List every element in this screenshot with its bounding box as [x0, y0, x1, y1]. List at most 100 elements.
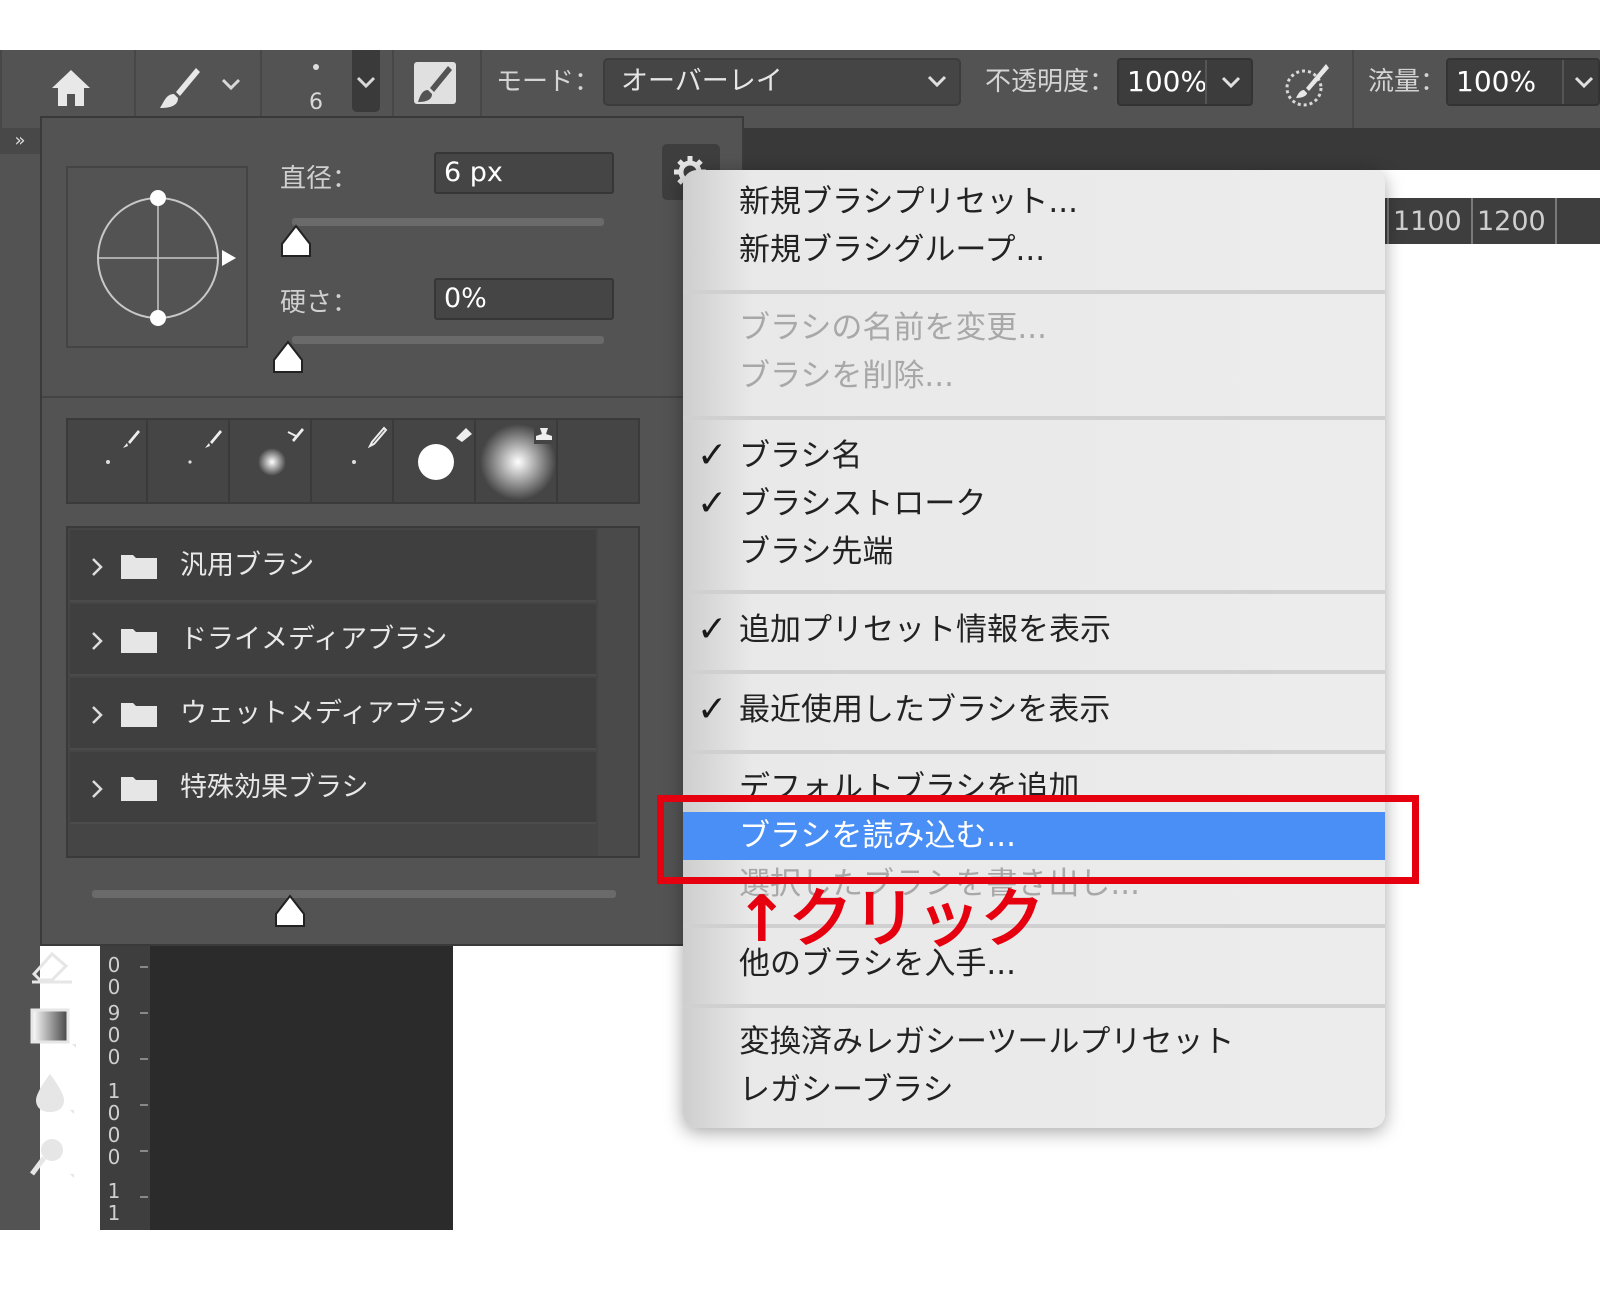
- ruler-tick: [140, 1104, 148, 1106]
- menu-separator: [683, 416, 1385, 420]
- ruler-tick: [140, 966, 148, 968]
- ruler-label: 1100: [1393, 206, 1462, 237]
- eraser-tool-icon[interactable]: [26, 946, 78, 986]
- ruler-label: 1200: [1477, 206, 1546, 237]
- hardness-slider-thumb[interactable]: [272, 340, 304, 374]
- ruler-tick: [1555, 198, 1557, 244]
- ruler-label: 1: [107, 1079, 121, 1103]
- checkmark-icon: ✓: [697, 689, 728, 730]
- chevron-down-icon[interactable]: [1572, 72, 1596, 92]
- hardness-slider[interactable]: [292, 336, 604, 344]
- panel-collapse-button[interactable]: »: [0, 128, 40, 154]
- brush-dot-icon: [313, 64, 319, 70]
- menu-item-label: ブラシの名前を変更...: [739, 310, 1047, 346]
- soft-brush-tip-icon: [258, 428, 304, 476]
- mode-label: モード：: [496, 67, 601, 97]
- mode-value: オーバーレイ: [621, 66, 783, 97]
- ruler-label: 9: [107, 1001, 121, 1025]
- opacity-value: 100%: [1127, 65, 1208, 98]
- ruler-tick: [1471, 198, 1473, 244]
- menu-item-label: 最近使用したブラシを表示: [739, 692, 1111, 728]
- divider: [1562, 60, 1564, 104]
- pencil-tip-icon: [352, 426, 388, 464]
- checkmark-icon: ✓: [697, 483, 728, 524]
- folder-icon: [121, 777, 157, 801]
- opacity-field[interactable]: 100%: [1117, 58, 1253, 106]
- preview-size-slider[interactable]: [92, 890, 616, 898]
- preset-group-label: ドライメディアブラシ: [180, 624, 448, 655]
- diameter-field[interactable]: 6 px: [434, 152, 614, 194]
- menu-item-label: ブラシを削除...: [739, 358, 954, 394]
- recent-brush-3[interactable]: [232, 420, 312, 502]
- preset-list-scrollbar[interactable]: [598, 528, 638, 856]
- recent-brush-2[interactable]: [150, 420, 230, 502]
- ruler-label: 0: [107, 1023, 121, 1047]
- diameter-slider[interactable]: [292, 218, 604, 226]
- menu-item-label: ブラシストローク: [739, 486, 987, 522]
- menu-item-label: 変換済みレガシーツールプリセット: [739, 1024, 1235, 1060]
- brush-settings-panel-icon[interactable]: [412, 60, 458, 106]
- pressure-opacity-icon[interactable]: [1282, 60, 1332, 110]
- menu-item-show-additional-preset-info[interactable]: ✓ 追加プリセット情報を表示: [683, 606, 1385, 654]
- menu-item-brush-tip[interactable]: ブラシ先端: [683, 528, 1385, 576]
- flow-field[interactable]: 100%: [1446, 58, 1600, 106]
- gradient-tool-icon[interactable]: [26, 1006, 78, 1050]
- vertical-ruler: 0 0 9 0 0 1 0 0 0 1 1: [100, 946, 150, 1230]
- hardness-field[interactable]: 0%: [434, 278, 614, 320]
- brush-preset-picker-panel: 直径： 6 px 硬さ： 0% 汎用ブラシ ドライメディアブラシ ウェットメディ…: [40, 116, 744, 946]
- menu-item-new-brush-group[interactable]: 新規ブラシグループ...: [683, 226, 1385, 274]
- home-icon[interactable]: [48, 66, 94, 110]
- chevron-right-icon: [92, 558, 103, 576]
- menu-separator: [683, 670, 1385, 674]
- hardness-label: 硬さ：: [280, 288, 359, 318]
- brush-panel-options-menu: 新規ブラシプリセット... 新規ブラシグループ... ブラシの名前を変更... …: [683, 170, 1385, 1128]
- recent-brush-4[interactable]: [314, 420, 394, 502]
- recent-brush-1[interactable]: [68, 420, 148, 502]
- brush-tool-icon[interactable]: [156, 64, 202, 112]
- chevron-right-icon: [92, 632, 103, 650]
- preset-group-dry-media[interactable]: ドライメディアブラシ: [70, 604, 596, 676]
- recent-brush-6[interactable]: [478, 420, 558, 502]
- menu-item-brush-stroke[interactable]: ✓ ブラシストローク: [683, 480, 1385, 528]
- ruler-label: 1: [107, 1201, 121, 1225]
- brush-picker-button[interactable]: [352, 50, 380, 112]
- preset-group-general[interactable]: 汎用ブラシ: [70, 530, 596, 602]
- menu-item-new-brush-preset[interactable]: 新規ブラシプリセット...: [683, 178, 1385, 226]
- dodge-tool-icon[interactable]: [26, 1134, 78, 1180]
- divider: [0, 50, 2, 128]
- menu-item-show-recent-brushes[interactable]: ✓ 最近使用したブラシを表示: [683, 686, 1385, 734]
- soft-round-stamp-tip-icon: [480, 424, 556, 500]
- tools-panel: [0, 128, 40, 1230]
- ruler-label: 0: [107, 1045, 121, 1069]
- preset-group-wet-media[interactable]: ウェットメディアブラシ: [70, 678, 596, 750]
- recent-brush-5[interactable]: [396, 420, 476, 502]
- chevron-down-icon[interactable]: [1219, 72, 1243, 92]
- ruler-label: 1: [107, 1179, 121, 1203]
- menu-item-brush-name[interactable]: ✓ ブラシ名: [683, 432, 1385, 480]
- checkmark-icon: ✓: [697, 609, 728, 650]
- document-canvas-area: [150, 946, 453, 1230]
- flow-label: 流量：: [1368, 67, 1447, 97]
- preset-group-special-effects[interactable]: 特殊効果ブラシ: [70, 752, 596, 824]
- menu-item-legacy-brushes[interactable]: レガシーブラシ: [683, 1066, 1385, 1114]
- menu-item-label: 追加プリセット情報を表示: [739, 612, 1111, 648]
- checkmark-icon: ✓: [697, 435, 728, 476]
- ruler-tick: [140, 1196, 148, 1198]
- menu-item-converted-legacy-tool-presets[interactable]: 変換済みレガシーツールプリセット: [683, 1018, 1385, 1066]
- preview-size-slider-thumb[interactable]: [274, 894, 306, 928]
- mode-dropdown[interactable]: オーバーレイ: [603, 58, 961, 106]
- ruler-tick: [140, 1058, 148, 1060]
- diameter-slider-thumb[interactable]: [280, 224, 312, 258]
- blur-tool-icon[interactable]: [26, 1070, 78, 1116]
- preset-group-label: ウェットメディアブラシ: [180, 698, 475, 729]
- brush-tip-icon: [106, 430, 140, 464]
- chevron-right-icon: [92, 780, 103, 798]
- brush-angle-preview[interactable]: [66, 166, 248, 348]
- brush-angle-diagram-icon: [97, 190, 236, 326]
- menu-item-rename-brush: ブラシの名前を変更...: [683, 304, 1385, 352]
- hard-round-eraser-tip-icon: [418, 428, 472, 480]
- menu-item-label: 新規ブラシプリセット...: [739, 184, 1078, 220]
- menu-item-label: ブラシ名: [739, 438, 863, 474]
- brush-preset-list: 汎用ブラシ ドライメディアブラシ ウェットメディアブラシ 特殊効果ブラシ: [66, 526, 640, 858]
- chevron-down-icon[interactable]: [220, 76, 242, 92]
